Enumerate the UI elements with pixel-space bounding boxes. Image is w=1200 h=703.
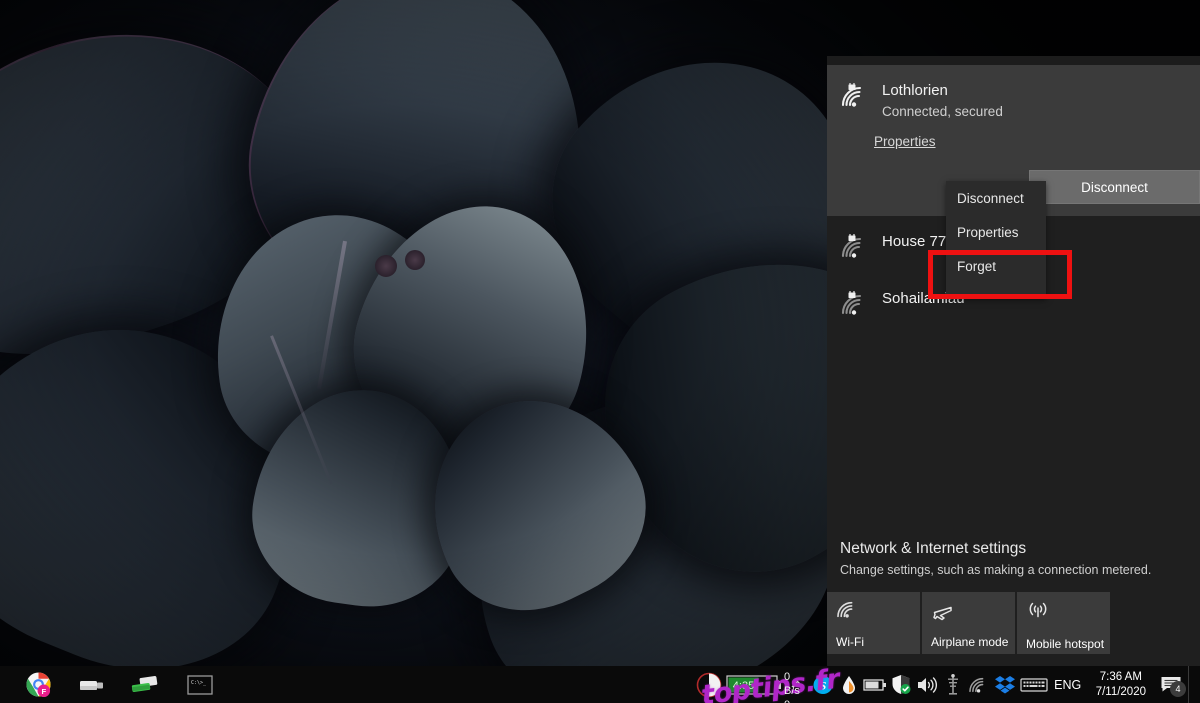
svg-text:F: F [41,687,46,696]
context-menu-item-disconnect[interactable]: Disconnect [946,181,1046,215]
usb-drive-green-icon[interactable] [130,669,162,701]
show-desktop-button[interactable] [1188,666,1196,703]
network-connected-text: Lothlorien Connected, secured [874,81,1003,122]
wifi-icon[interactable] [966,666,992,703]
disconnect-button[interactable]: Disconnect [1029,170,1200,204]
wifi-secured-connected-icon [840,81,874,114]
quick-action-tiles: Wi-Fi Airplane mode [827,592,1110,654]
battery-icon[interactable] [862,666,888,703]
lock-glyph [849,234,856,241]
taskbar: F C:\>_ toptips.fr 0 B/ [0,666,1200,703]
network-settings-block: Network & Internet settings Change setti… [840,538,1190,580]
properties-link[interactable]: Properties [874,134,936,149]
antenna-icon[interactable] [940,666,966,703]
context-menu-item-properties[interactable]: Properties [946,215,1046,249]
windows-defender-shield-icon[interactable] [888,666,914,703]
clock-time: 7:36 AM [1096,670,1146,685]
taskbar-app-buttons: F C:\>_ [0,666,216,703]
tile-label: Wi-Fi [836,635,864,649]
dropbox-icon[interactable] [992,666,1018,703]
chrome-icon[interactable]: F [22,669,54,701]
wifi-secured-weak-icon [840,232,874,265]
command-prompt-icon[interactable]: C:\>_ [184,669,216,701]
usb-drive-icon[interactable] [76,669,108,701]
hotspot-icon [1026,600,1050,625]
language-indicator[interactable]: ENG [1050,666,1086,703]
network-settings-subtitle: Change settings, such as making a connec… [840,561,1190,580]
network-status: Connected, secured [882,102,1003,122]
network-settings-link[interactable]: Network & Internet settings [840,538,1190,559]
wifi-secured-weak-icon [840,289,874,322]
clock-date: 7/11/2020 [1096,685,1146,700]
network-name: Lothlorien [882,81,1003,101]
flyout-top-strip [827,56,1200,65]
tile-label: Airplane mode [931,635,1008,649]
taskbar-clock[interactable]: 7:36 AM 7/11/2020 [1086,670,1154,700]
lock-glyph [849,83,856,90]
tile-mobile-hotspot[interactable]: Mobile hotspot [1017,592,1110,654]
network-speed-meter: 0 B/s 0 B/s [784,670,800,703]
tile-label-text: Mobile hotspot [1026,637,1104,651]
lock-glyph [849,291,856,298]
svg-text:C:\>_: C:\>_ [191,680,207,686]
volume-icon[interactable] [914,666,940,703]
airplane-icon [931,600,955,627]
tile-wifi[interactable]: Wi-Fi [827,592,920,654]
forget-highlight-annotation [928,250,1072,299]
taskbar-center-area: toptips.fr 0 B/s 0 B/s [216,666,694,703]
network-speed-up: 0 B/s [784,698,800,703]
notification-count-badge: 4 [1170,681,1186,697]
keyboard-icon[interactable] [1018,666,1050,703]
action-center-icon[interactable]: 4 [1154,666,1188,703]
network-speed-down: 0 B/s [784,670,800,698]
wifi-icon [836,600,860,625]
tile-label: Mobile hotspot [1026,637,1104,651]
tile-airplane-mode[interactable]: Airplane mode [922,592,1015,654]
